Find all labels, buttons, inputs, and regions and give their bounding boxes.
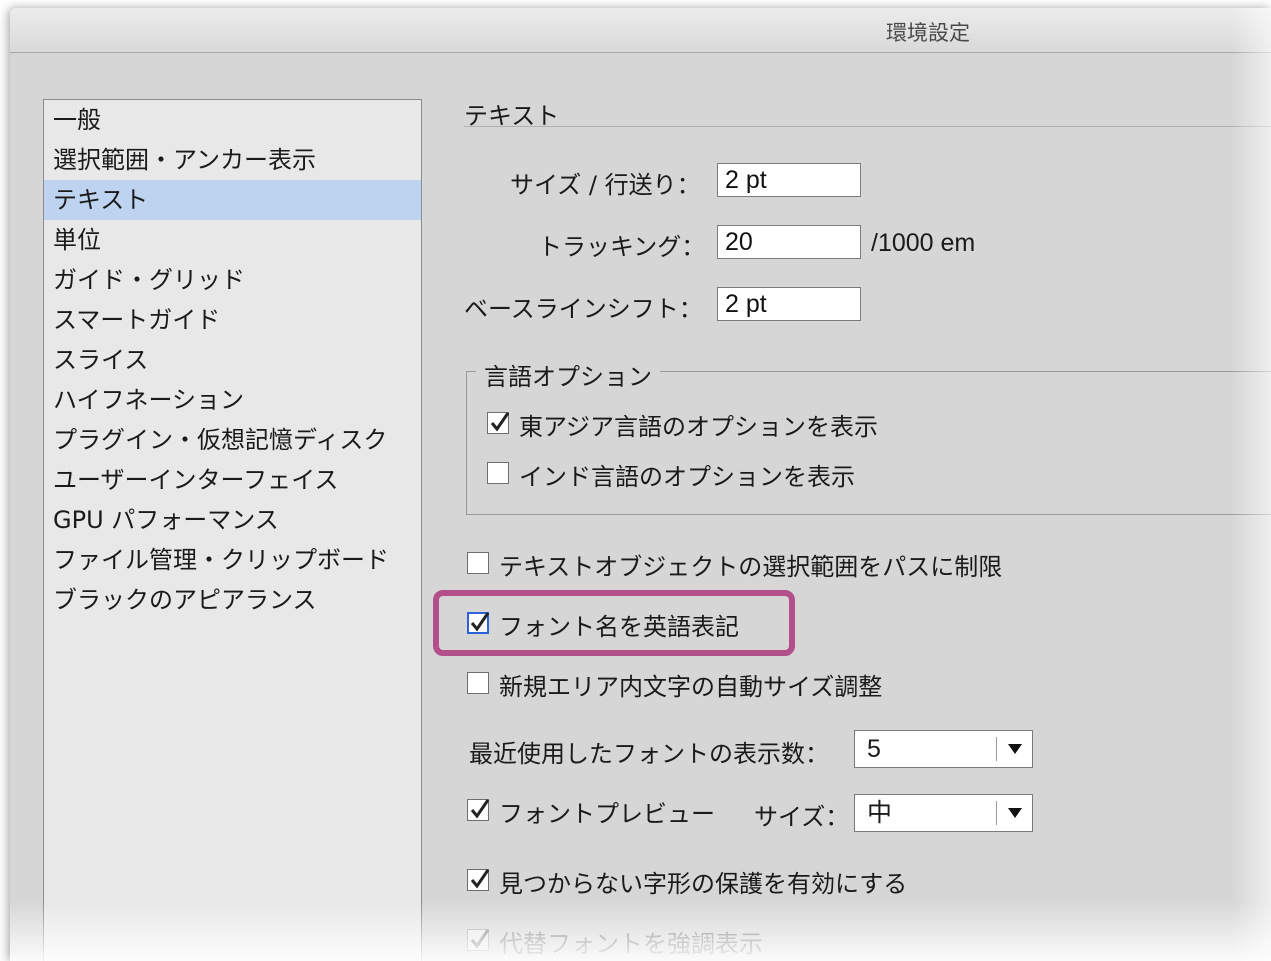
sidebar-item-slices[interactable]: スライス [44, 340, 421, 380]
checkbox-unchecked-icon[interactable] [467, 672, 489, 694]
sidebar-item-plugins-scratch-disks[interactable]: プラグイン・仮想記憶ディスク [44, 420, 421, 460]
indic-options-label: インド言語のオプションを表示 [519, 463, 855, 491]
dropdown-separator [996, 801, 997, 825]
sidebar-item-text[interactable]: テキスト [44, 180, 421, 220]
size-leading-label: サイズ / 行送り： [510, 171, 701, 199]
east-asian-options-label: 東アジア言語のオプションを表示 [519, 413, 879, 441]
font-names-english-label: フォント名を英語表記 [499, 613, 739, 641]
font-preview-size-value: 中 [867, 799, 893, 827]
checkbox-unchecked-icon[interactable] [467, 552, 489, 574]
recent-fonts-label: 最近使用したフォントの表示数： [469, 740, 829, 768]
chevron-down-icon[interactable] [1008, 744, 1022, 754]
sidebar-item-guides-grid[interactable]: ガイド・グリッド [44, 260, 421, 300]
protect-glyphs-checkbox[interactable]: 見つからない字形の保護を有効にする [467, 866, 947, 898]
sidebar-item-hyphenation[interactable]: ハイフネーション [44, 380, 421, 420]
sidebar-item-gpu-performance[interactable]: GPU パフォーマンス [44, 500, 421, 540]
indic-options-checkbox[interactable]: インド言語のオプションを表示 [487, 459, 907, 491]
checkbox-checked-icon[interactable] [467, 929, 490, 951]
section-divider [464, 126, 1271, 127]
sidebar-item-general[interactable]: 一般 [44, 100, 421, 140]
chevron-down-icon[interactable] [1008, 808, 1022, 818]
baseline-shift-input[interactable]: 2 pt [717, 287, 861, 321]
sidebar-item-user-interface[interactable]: ユーザーインターフェイス [44, 460, 421, 500]
sidebar-item-smart-guides[interactable]: スマートガイド [44, 300, 421, 340]
dropdown-separator [996, 737, 997, 761]
tracking-label: トラッキング： [538, 233, 706, 261]
auto-size-area-checkbox[interactable]: 新規エリア内文字の自動サイズ調整 [467, 669, 947, 701]
preferences-category-list[interactable]: 一般 選択範囲・アンカー表示 テキスト 単位 ガイド・グリッド スマートガイド … [43, 99, 422, 961]
font-preview-size-dropdown[interactable]: 中 [854, 794, 1033, 832]
size-leading-input[interactable]: 2 pt [717, 163, 861, 197]
sidebar-item-selection-anchor[interactable]: 選択範囲・アンカー表示 [44, 140, 421, 180]
font-preview-label: フォントプレビュー [499, 800, 715, 828]
font-preview-checkbox[interactable]: フォントプレビュー [467, 796, 747, 828]
auto-size-area-label: 新規エリア内文字の自動サイズ調整 [499, 673, 883, 701]
checkbox-checked-icon[interactable] [467, 612, 490, 634]
sidebar-item-file-handling[interactable]: ファイル管理・クリップボード [44, 540, 421, 580]
recent-fonts-value: 5 [867, 735, 881, 763]
highlight-substituted-label: 代替フォントを強調表示 [499, 930, 763, 958]
checkbox-checked-icon[interactable] [467, 799, 490, 821]
recent-fonts-dropdown[interactable]: 5 [854, 730, 1033, 768]
sidebar-item-units[interactable]: 単位 [44, 220, 421, 260]
font-names-english-checkbox[interactable]: フォント名を英語表記 [467, 609, 787, 641]
checkbox-checked-icon[interactable] [467, 869, 490, 891]
checkbox-unchecked-icon[interactable] [487, 462, 509, 484]
font-preview-size-label: サイズ： [754, 803, 850, 831]
language-options-legend: 言語オプション [476, 357, 660, 392]
window-title: 環境設定 [886, 21, 970, 45]
sidebar-item-black-appearance[interactable]: ブラックのアピアランス [44, 580, 421, 620]
preferences-window: 環境設定 一般 選択範囲・アンカー表示 テキスト 単位 ガイド・グリッド スマー… [10, 8, 1271, 961]
tracking-input[interactable]: 20 [717, 225, 861, 259]
east-asian-options-checkbox[interactable]: 東アジア言語のオプションを表示 [487, 409, 947, 441]
highlight-substituted-checkbox[interactable]: 代替フォントを強調表示 [467, 926, 807, 958]
checkbox-checked-icon[interactable] [487, 412, 510, 434]
baseline-shift-label: ベースラインシフト： [464, 295, 703, 323]
language-options-group [466, 371, 1271, 515]
title-bar[interactable]: 環境設定 [10, 8, 1271, 53]
tracking-unit: /1000 em [871, 229, 976, 257]
restrict-selection-label: テキストオブジェクトの選択範囲をパスに制限 [499, 553, 1003, 581]
protect-glyphs-label: 見つからない字形の保護を有効にする [499, 870, 908, 898]
restrict-selection-checkbox[interactable]: テキストオブジェクトの選択範囲をパスに制限 [467, 549, 1067, 581]
